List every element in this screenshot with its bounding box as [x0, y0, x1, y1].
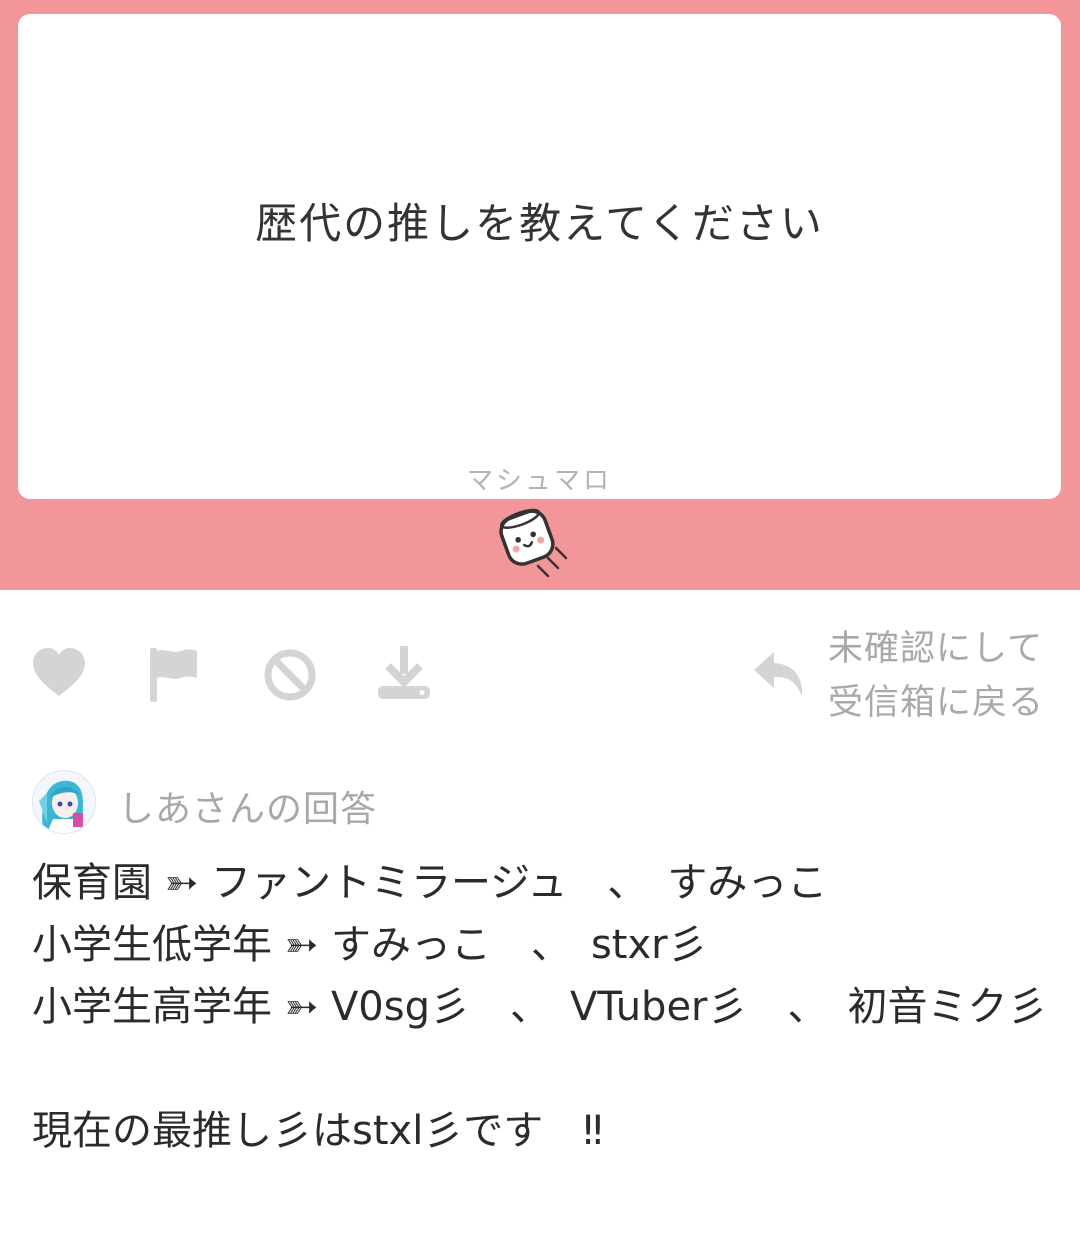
- download-icon[interactable]: [376, 646, 432, 700]
- heart-icon[interactable]: [32, 648, 86, 698]
- mark-unread-label-line2: 受信箱に戻る: [828, 683, 1045, 723]
- mark-unread-label-line1: 未確認にして: [828, 629, 1043, 669]
- answer-line: 小学生低学年 ➳ すみっこ 、 stxr彡: [32, 922, 708, 968]
- answer-header: しあさんの回答: [32, 770, 732, 834]
- undo-icon[interactable]: [752, 650, 808, 700]
- marshmallow-mascot-icon: [499, 508, 568, 578]
- question-text: 歴代の推しを教えてください: [255, 199, 824, 248]
- answer-title: しあさんの回答: [118, 789, 378, 830]
- mark-unread-button[interactable]: 未確認にして 受信箱に戻る: [828, 622, 1058, 730]
- answer-line: 保育園 ➳ ファントミラージュ 、 すみっこ: [32, 860, 828, 906]
- block-icon[interactable]: [263, 648, 317, 702]
- answer-line: 小学生高学年 ➳ V0sg彡 、 VTuber彡 、 初音ミク彡: [32, 984, 1048, 1030]
- answer-line-blank: [32, 1038, 1052, 1100]
- answer-body: 保育園 ➳ ファントミラージュ 、 すみっこ 小学生低学年 ➳ すみっこ 、 s…: [32, 852, 1052, 1162]
- brand-label: マシュマロ: [466, 466, 612, 496]
- avatar[interactable]: [32, 770, 96, 834]
- flag-icon[interactable]: [150, 648, 198, 702]
- answer-line: 現在の最推し彡はstxl彡です ‼: [32, 1108, 603, 1154]
- question-banner: 歴代の推しを教えてください マシュマロ: [0, 0, 1080, 590]
- question-card: 歴代の推しを教えてください マシュマロ: [18, 14, 1061, 499]
